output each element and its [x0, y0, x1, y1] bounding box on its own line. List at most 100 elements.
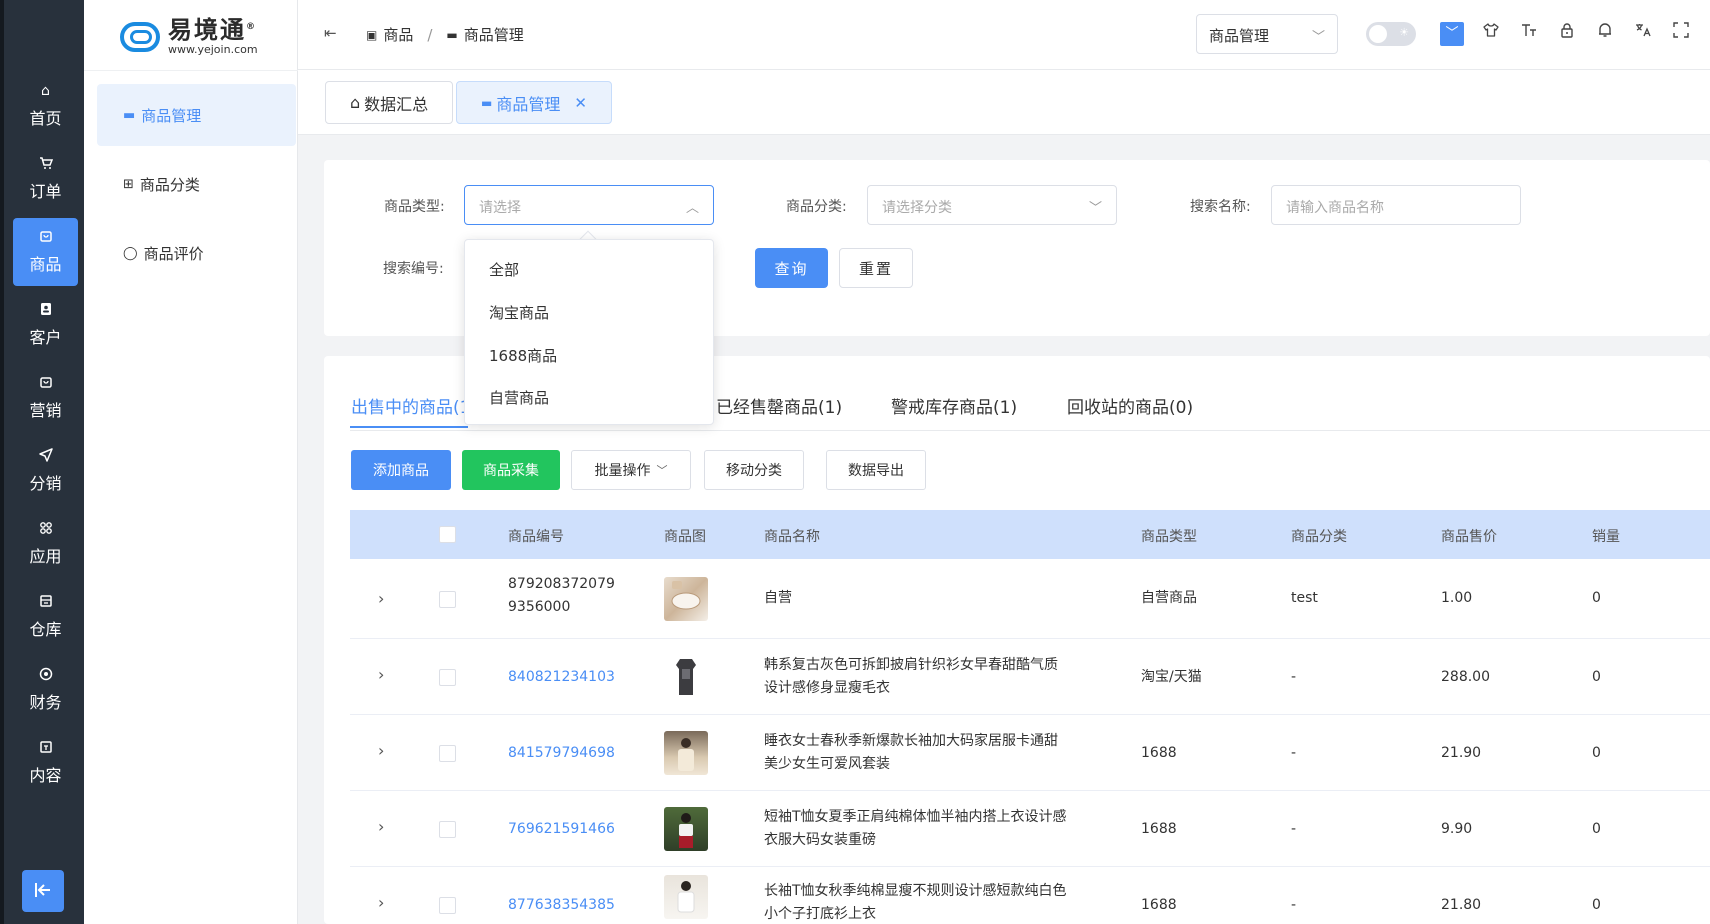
- nav-apps[interactable]: 应用: [13, 510, 78, 578]
- chevron-right-icon[interactable]: ›: [378, 893, 384, 912]
- batch-operation-button[interactable]: 批量操作 ﹀: [571, 450, 691, 490]
- nav-content[interactable]: 内容: [13, 729, 78, 797]
- theme-color-picker[interactable]: ﹀: [1440, 22, 1464, 46]
- nav-marketing-label: 营销: [29, 401, 62, 420]
- table-row[interactable]: › 769621591466 短袖T恤女夏季正肩纯棉体恤半袖内搭上衣设计感 衣服大…: [350, 791, 1710, 867]
- nav-orders[interactable]: 订单: [13, 145, 78, 213]
- card-icon: ▬: [481, 95, 493, 110]
- add-product-button[interactable]: 添加商品: [351, 450, 451, 490]
- product-code-link[interactable]: 841579794698: [508, 742, 615, 765]
- nav-customers[interactable]: 客户: [13, 291, 78, 359]
- table-row[interactable]: › 840821234103 韩系复古灰色可拆卸披肩针织衫女早春甜酷气质 设计感修…: [350, 639, 1710, 715]
- breadcrumb-separator: /: [427, 25, 433, 44]
- chevron-right-icon[interactable]: ›: [378, 665, 384, 684]
- product-thumbnail[interactable]: [664, 731, 708, 775]
- tab-on-sale[interactable]: 出售中的商品(1: [351, 393, 470, 418]
- product-thumbnail[interactable]: [664, 807, 708, 851]
- nav-distribution-label: 分销: [29, 474, 62, 493]
- translate-icon[interactable]: [1632, 22, 1654, 46]
- dropdown-option-1688[interactable]: 1688商品: [465, 334, 713, 376]
- nav-warehouse-label: 仓库: [29, 620, 62, 639]
- font-size-icon[interactable]: [1518, 22, 1540, 46]
- product-type: 自营商品: [1141, 590, 1197, 606]
- submenu-item-product-review[interactable]: ◯ 商品评价: [97, 222, 296, 284]
- submenu-item-label: 商品管理: [141, 106, 202, 125]
- submenu-item-label: 商品评价: [143, 244, 204, 263]
- query-button[interactable]: 查询: [755, 248, 828, 288]
- nav-marketing[interactable]: 营销: [13, 364, 78, 432]
- nav-home[interactable]: ⌂ 首页: [13, 72, 78, 140]
- export-data-button[interactable]: 数据导出: [826, 450, 926, 490]
- tabs-view: ⌂ 数据汇总 ▬ 商品管理 ✕: [298, 70, 1710, 135]
- tab-recycle-bin[interactable]: 回收站的商品(0): [1067, 393, 1193, 418]
- row-checkbox[interactable]: [439, 669, 456, 686]
- toggle-knob: [1369, 25, 1387, 43]
- coin-icon: [38, 667, 54, 683]
- comment-icon: ◯: [123, 245, 138, 261]
- dropdown-option-taobao[interactable]: 淘宝商品: [465, 291, 713, 333]
- chevron-right-icon[interactable]: ›: [378, 741, 384, 760]
- row-checkbox[interactable]: [439, 897, 456, 914]
- product-category: test: [1291, 590, 1318, 606]
- nav-warehouse[interactable]: 仓库: [13, 583, 78, 651]
- tab-sold-out[interactable]: 已经售罄商品(1): [716, 393, 842, 418]
- dropdown-option-self-operated[interactable]: 自营商品: [465, 376, 713, 418]
- bell-icon[interactable]: [1594, 22, 1616, 46]
- chevron-down-icon: ﹀: [1311, 30, 1325, 45]
- table-row[interactable]: › 879208372079 9356000 自营 自营商品 test 1.00 …: [350, 559, 1710, 639]
- column-header-type: 商品类型: [1141, 529, 1197, 545]
- product-type-select[interactable]: 请选择 ︿: [464, 185, 714, 225]
- product-thumbnail[interactable]: [664, 875, 708, 919]
- nav-orders-label: 订单: [29, 182, 62, 201]
- search-name-input[interactable]: 请输入商品名称: [1271, 185, 1521, 225]
- fullscreen-icon[interactable]: [1670, 22, 1692, 46]
- product-category-placeholder: 请选择分类: [882, 200, 952, 216]
- product-thumbnail[interactable]: [664, 577, 708, 621]
- product-sales: 0: [1592, 897, 1601, 913]
- nav-products[interactable]: 商品: [13, 218, 78, 286]
- menu-search-select[interactable]: 商品管理 ﹀: [1196, 14, 1338, 54]
- cloud-logo-icon: [118, 14, 164, 54]
- product-code-link[interactable]: 877638354385: [508, 894, 615, 917]
- contact-card-icon: [38, 302, 54, 318]
- breadcrumb-item-product-management: 商品管理: [463, 26, 524, 44]
- row-checkbox[interactable]: [439, 745, 456, 762]
- breadcrumb-item-products[interactable]: 商品: [383, 24, 413, 45]
- collapse-sidebar-button[interactable]: [22, 870, 64, 912]
- product-thumbnail[interactable]: [664, 655, 708, 699]
- tab-data-summary[interactable]: ⌂ 数据汇总: [325, 81, 454, 124]
- submenu-item-product-management[interactable]: ▬ 商品管理: [97, 84, 296, 146]
- close-icon[interactable]: ✕: [574, 94, 587, 112]
- product-sales: 0: [1592, 745, 1601, 761]
- tab-low-stock[interactable]: 警戒库存商品(1): [891, 393, 1017, 418]
- chevron-right-icon[interactable]: ›: [378, 817, 384, 836]
- dropdown-option-all[interactable]: 全部: [465, 248, 713, 290]
- tab-product-management[interactable]: ▬ 商品管理 ✕: [456, 81, 612, 124]
- reset-button[interactable]: 重置: [839, 248, 913, 288]
- table-row[interactable]: › 877638354385 长袖T恤女秋季纯棉显瘦不规则设计感短款纯白色 小个子…: [350, 867, 1710, 924]
- product-code-link[interactable]: 769621591466: [508, 818, 615, 841]
- collapse-menu-icon[interactable]: ⇤: [324, 24, 337, 42]
- product-sales: 0: [1592, 821, 1601, 837]
- row-checkbox[interactable]: [439, 821, 456, 838]
- lock-icon[interactable]: [1556, 22, 1578, 46]
- nav-finance[interactable]: 财务: [13, 656, 78, 724]
- row-checkbox[interactable]: [439, 591, 456, 608]
- sun-icon: ☀: [1399, 26, 1409, 39]
- submenu-item-product-category[interactable]: ⊞ 商品分类: [97, 153, 296, 215]
- theme-toggle[interactable]: ☀: [1366, 22, 1416, 46]
- table-row[interactable]: › 841579794698 睡衣女士春秋季新爆款长袖加大码家居服卡通甜 美少女生…: [350, 715, 1710, 791]
- product-category-select[interactable]: 请选择分类 ﹀: [867, 185, 1117, 225]
- cart-icon: [38, 156, 54, 172]
- product-name: 睡衣女士春秋季新爆款长袖加大码家居服卡通甜 美少女生可爱风套装: [764, 733, 1058, 772]
- chevron-up-icon: ︿: [685, 201, 699, 216]
- move-category-button[interactable]: 移动分类: [704, 450, 804, 490]
- collect-product-button[interactable]: 商品采集: [462, 450, 560, 490]
- shirt-icon[interactable]: [1480, 22, 1502, 46]
- chevron-right-icon[interactable]: ›: [378, 589, 384, 608]
- product-code-link[interactable]: 840821234103: [508, 666, 615, 689]
- card-icon: ▬: [123, 107, 136, 123]
- nav-distribution[interactable]: 分销: [13, 437, 78, 505]
- logo-title: 易境通®: [168, 15, 257, 44]
- select-all-checkbox[interactable]: [439, 526, 456, 543]
